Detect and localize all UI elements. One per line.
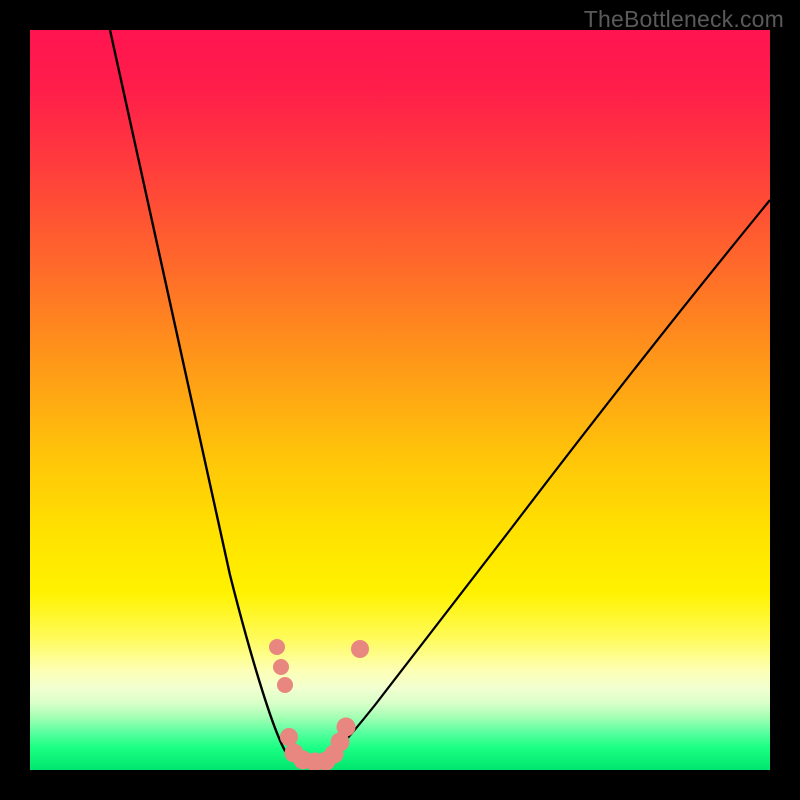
marker-dot — [277, 677, 293, 693]
marker-dot — [280, 728, 298, 746]
marker-dot — [351, 640, 369, 658]
marker-dot — [337, 718, 356, 737]
right-curve — [330, 200, 770, 758]
marker-dot — [269, 639, 285, 655]
plot-frame — [30, 30, 770, 770]
marker-dot — [273, 659, 289, 675]
chart-svg — [30, 30, 770, 770]
left-curve — [110, 30, 290, 758]
watermark-text: TheBottleneck.com — [584, 6, 784, 33]
